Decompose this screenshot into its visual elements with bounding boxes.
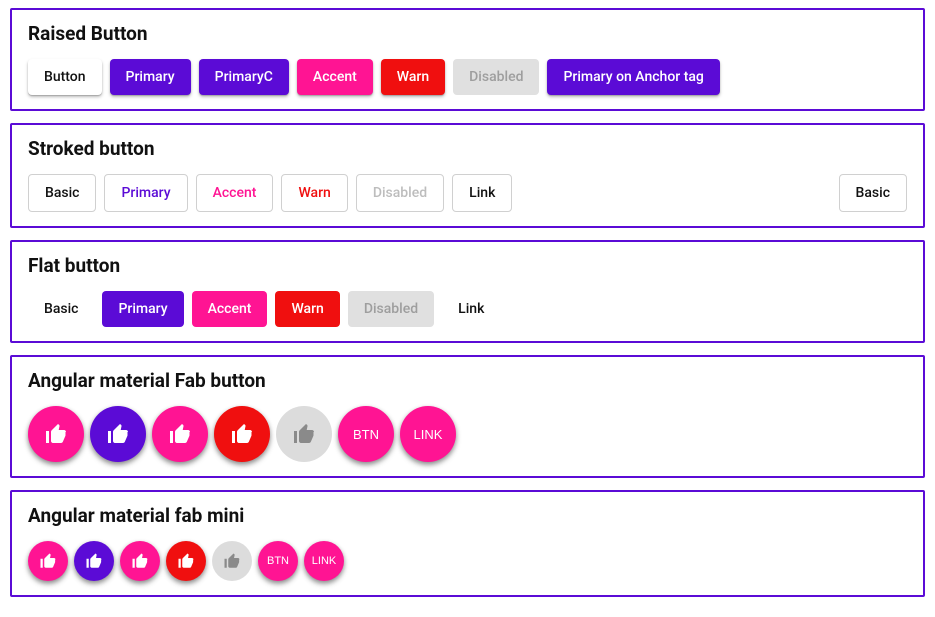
raised-basic-button[interactable]: Button <box>28 59 102 95</box>
fab-mini-title: Angular material fab mini <box>28 504 907 527</box>
raised-warn-button[interactable]: Warn <box>381 59 445 95</box>
fab-mini-row: BTN LINK <box>28 541 907 581</box>
fabmini-disabled-button <box>212 541 252 581</box>
raised-row: Button Primary PrimaryC Accent Warn Disa… <box>28 59 907 95</box>
thumb-up-icon <box>168 422 192 446</box>
raised-button-card: Raised Button Button Primary PrimaryC Ac… <box>10 8 925 111</box>
thumb-up-icon <box>230 422 254 446</box>
thumb-up-icon <box>39 552 57 570</box>
thumb-up-icon <box>177 552 195 570</box>
flat-primary-button[interactable]: Primary <box>102 291 183 327</box>
fab-card: Angular material Fab button BTN LINK <box>10 355 925 478</box>
stroked-title: Stroked button <box>28 137 907 160</box>
raised-primaryc-button[interactable]: PrimaryC <box>199 59 289 95</box>
fabmini-accent-button[interactable] <box>28 541 68 581</box>
fab-link-label: LINK <box>414 427 443 442</box>
fabmini-link-button[interactable]: LINK <box>304 541 344 581</box>
stroked-link-button[interactable]: Link <box>452 174 512 212</box>
stroked-disabled-button: Disabled <box>356 174 444 212</box>
fabmini-btn-button[interactable]: BTN <box>258 541 298 581</box>
flat-title: Flat button <box>28 254 907 277</box>
fab-primary-button[interactable] <box>90 406 146 462</box>
flat-row: Basic Primary Accent Warn Disabled Link <box>28 291 907 327</box>
stroked-button-card: Stroked button Basic Primary Accent Warn… <box>10 123 925 228</box>
fab-link-button[interactable]: LINK <box>400 406 456 462</box>
raised-title: Raised Button <box>28 22 907 45</box>
stroked-primary-button[interactable]: Primary <box>104 174 187 212</box>
stroked-row: Basic Primary Accent Warn Disabled Link … <box>28 174 907 212</box>
flat-warn-button[interactable]: Warn <box>275 291 339 327</box>
fabmini-accent2-button[interactable] <box>120 541 160 581</box>
flat-link-button[interactable]: Link <box>442 291 500 327</box>
thumb-up-icon <box>292 422 316 446</box>
fabmini-primary-button[interactable] <box>74 541 114 581</box>
fab-btn-label: BTN <box>353 427 379 442</box>
raised-anchor-button[interactable]: Primary on Anchor tag <box>547 59 719 95</box>
fab-accent2-button[interactable] <box>152 406 208 462</box>
stroked-basic-button[interactable]: Basic <box>28 174 96 212</box>
fab-row: BTN LINK <box>28 406 907 462</box>
fab-title: Angular material Fab button <box>28 369 907 392</box>
thumb-up-icon <box>223 552 241 570</box>
fabmini-btn-label: BTN <box>267 555 289 567</box>
flat-button-card: Flat button Basic Primary Accent Warn Di… <box>10 240 925 343</box>
stroked-warn-button[interactable]: Warn <box>281 174 347 212</box>
stroked-basic-right-button[interactable]: Basic <box>839 174 907 212</box>
thumb-up-icon <box>44 422 68 446</box>
fabmini-warn-button[interactable] <box>166 541 206 581</box>
thumb-up-icon <box>85 552 103 570</box>
flat-basic-button[interactable]: Basic <box>28 291 94 327</box>
fab-btn-button[interactable]: BTN <box>338 406 394 462</box>
raised-accent-button[interactable]: Accent <box>297 59 373 95</box>
fab-accent-button[interactable] <box>28 406 84 462</box>
fab-disabled-button <box>276 406 332 462</box>
thumb-up-icon <box>106 422 130 446</box>
fab-mini-card: Angular material fab mini BTN LINK <box>10 490 925 597</box>
fabmini-link-label: LINK <box>312 555 336 567</box>
flat-disabled-button: Disabled <box>348 291 434 327</box>
flat-accent-button[interactable]: Accent <box>192 291 268 327</box>
raised-primary-button[interactable]: Primary <box>110 59 191 95</box>
thumb-up-icon <box>131 552 149 570</box>
raised-disabled-button: Disabled <box>453 59 539 95</box>
stroked-accent-button[interactable]: Accent <box>196 174 274 212</box>
fab-warn-button[interactable] <box>214 406 270 462</box>
